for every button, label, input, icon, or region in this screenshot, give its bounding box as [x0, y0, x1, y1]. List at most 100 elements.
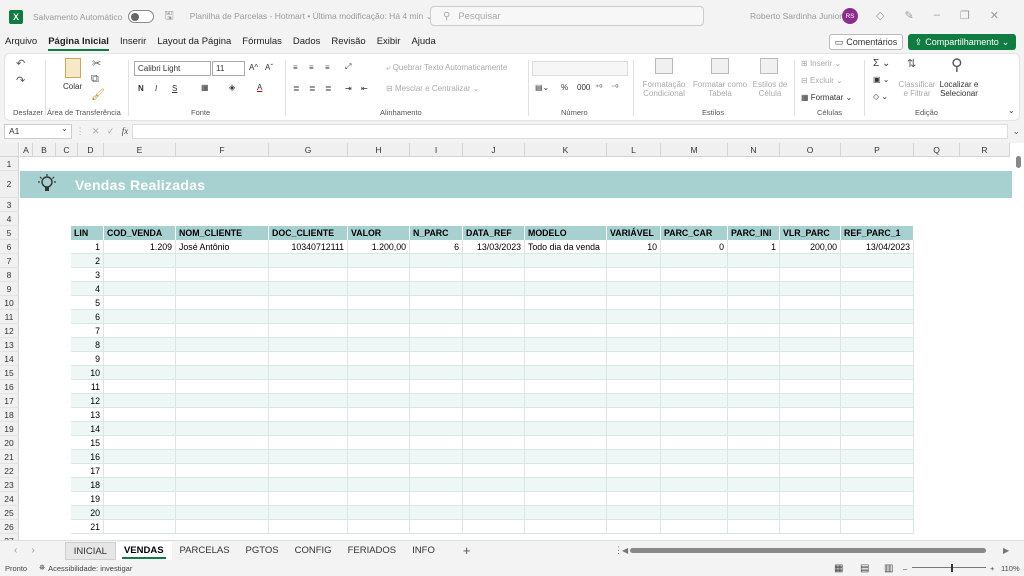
table-cell[interactable] [348, 380, 410, 394]
align-right-icon[interactable]: ≣ [325, 84, 332, 93]
comments-button[interactable]: ▭ Comentários [829, 34, 903, 50]
table-cell[interactable] [104, 296, 176, 310]
table-cell[interactable] [525, 352, 607, 366]
increase-decimal-icon[interactable]: ⁺⁰ [595, 83, 602, 92]
table-cell[interactable]: 0 [661, 240, 728, 254]
table-cell[interactable] [463, 520, 525, 534]
minimize-icon[interactable]: – [934, 9, 940, 22]
table-cell[interactable] [348, 450, 410, 464]
table-cell[interactable] [728, 478, 780, 492]
table-cell[interactable] [410, 324, 463, 338]
table-cell[interactable] [607, 492, 661, 506]
table-cell[interactable] [607, 324, 661, 338]
table-cell[interactable]: 9 [71, 352, 104, 366]
table-cell[interactable] [410, 450, 463, 464]
undo-icon[interactable]: ↶ [16, 57, 25, 70]
table-cell[interactable] [410, 506, 463, 520]
table-header-cell[interactable]: DATA_REF [463, 226, 525, 240]
copy-icon[interactable]: ⧉ [91, 73, 99, 86]
next-sheet-icon[interactable]: › [31, 545, 34, 556]
table-cell[interactable] [661, 324, 728, 338]
table-cell[interactable] [463, 478, 525, 492]
table-cell[interactable] [728, 464, 780, 478]
table-cell[interactable] [607, 366, 661, 380]
table-cell[interactable]: 10 [71, 366, 104, 380]
table-cell[interactable]: 6 [410, 240, 463, 254]
name-box[interactable]: A1 [4, 122, 72, 139]
table-cell[interactable]: Todo dia da venda [525, 240, 607, 254]
scroll-right-icon[interactable]: ▶ [1003, 546, 1009, 555]
table-cell[interactable] [728, 352, 780, 366]
table-cell[interactable] [104, 408, 176, 422]
table-cell[interactable]: 3 [71, 268, 104, 282]
table-cell[interactable] [728, 310, 780, 324]
table-cell[interactable] [780, 366, 841, 380]
table-cell[interactable] [104, 520, 176, 534]
row-header-12[interactable]: 12 [0, 324, 19, 338]
align-middle-icon[interactable]: ≡ [309, 63, 314, 72]
row-header-25[interactable]: 25 [0, 506, 19, 520]
table-cell[interactable] [269, 282, 348, 296]
table-cell[interactable] [607, 450, 661, 464]
table-cell[interactable] [841, 254, 914, 268]
table-cell[interactable]: 8 [71, 338, 104, 352]
number-format-select[interactable] [532, 61, 628, 76]
table-cell[interactable] [607, 296, 661, 310]
table-cell[interactable] [728, 324, 780, 338]
table-cell[interactable] [104, 478, 176, 492]
table-cell[interactable] [269, 366, 348, 380]
table-cell[interactable] [176, 450, 269, 464]
table-cell[interactable] [841, 394, 914, 408]
table-cell[interactable] [728, 296, 780, 310]
table-cell[interactable] [348, 394, 410, 408]
table-cell[interactable] [269, 492, 348, 506]
table-cell[interactable] [841, 436, 914, 450]
table-cell[interactable] [841, 380, 914, 394]
format-cells-button[interactable]: ▦ Formatar ⌄ [801, 93, 852, 102]
row-header-6[interactable]: 6 [0, 240, 19, 254]
zoom-out-icon[interactable]: – [903, 564, 907, 573]
table-cell[interactable] [525, 464, 607, 478]
autosave-toggle[interactable] [128, 10, 155, 23]
table-cell[interactable] [269, 408, 348, 422]
sheet-tab-info[interactable]: INFO [404, 542, 443, 560]
align-center-icon[interactable]: ≣ [309, 84, 316, 93]
formula-input[interactable] [132, 123, 1009, 139]
row-header-17[interactable]: 17 [0, 394, 19, 408]
table-cell[interactable] [780, 520, 841, 534]
table-cell[interactable] [176, 394, 269, 408]
table-cell[interactable] [348, 478, 410, 492]
table-cell[interactable]: 13/04/2023 [841, 240, 914, 254]
table-cell[interactable]: 200,00 [780, 240, 841, 254]
sheet-tab-parcelas[interactable]: PARCELAS [172, 542, 238, 560]
table-cell[interactable] [176, 380, 269, 394]
table-cell[interactable] [463, 408, 525, 422]
table-cell[interactable] [661, 492, 728, 506]
table-cell[interactable] [780, 506, 841, 520]
table-cell[interactable] [348, 338, 410, 352]
table-cell[interactable]: José Antônio [176, 240, 269, 254]
table-cell[interactable] [607, 506, 661, 520]
row-header-15[interactable]: 15 [0, 366, 19, 380]
table-cell[interactable] [410, 366, 463, 380]
borders-icon[interactable]: ▦ [201, 83, 209, 92]
vertical-scrollbar[interactable] [1015, 148, 1021, 538]
column-header-b[interactable]: B [33, 143, 56, 157]
column-header-j[interactable]: J [463, 143, 525, 157]
table-cell[interactable] [661, 380, 728, 394]
find-icon[interactable]: ⚲ [951, 55, 963, 75]
table-cell[interactable] [176, 338, 269, 352]
sheet-tab-inicial[interactable]: INICIAL [64, 541, 116, 560]
fill-icon[interactable]: ▣ ⌄ [873, 75, 889, 84]
tab-revisao[interactable]: Revisão [331, 33, 365, 51]
page-layout-icon[interactable]: ▤ [860, 563, 869, 574]
table-header-cell[interactable]: PARC_CAR [661, 226, 728, 240]
table-cell[interactable] [410, 464, 463, 478]
table-header-cell[interactable]: LIN [71, 226, 104, 240]
table-cell[interactable]: 5 [71, 296, 104, 310]
table-cell[interactable] [463, 352, 525, 366]
table-cell[interactable] [841, 506, 914, 520]
table-cell[interactable] [728, 268, 780, 282]
table-cell[interactable] [269, 338, 348, 352]
table-cell[interactable] [348, 254, 410, 268]
